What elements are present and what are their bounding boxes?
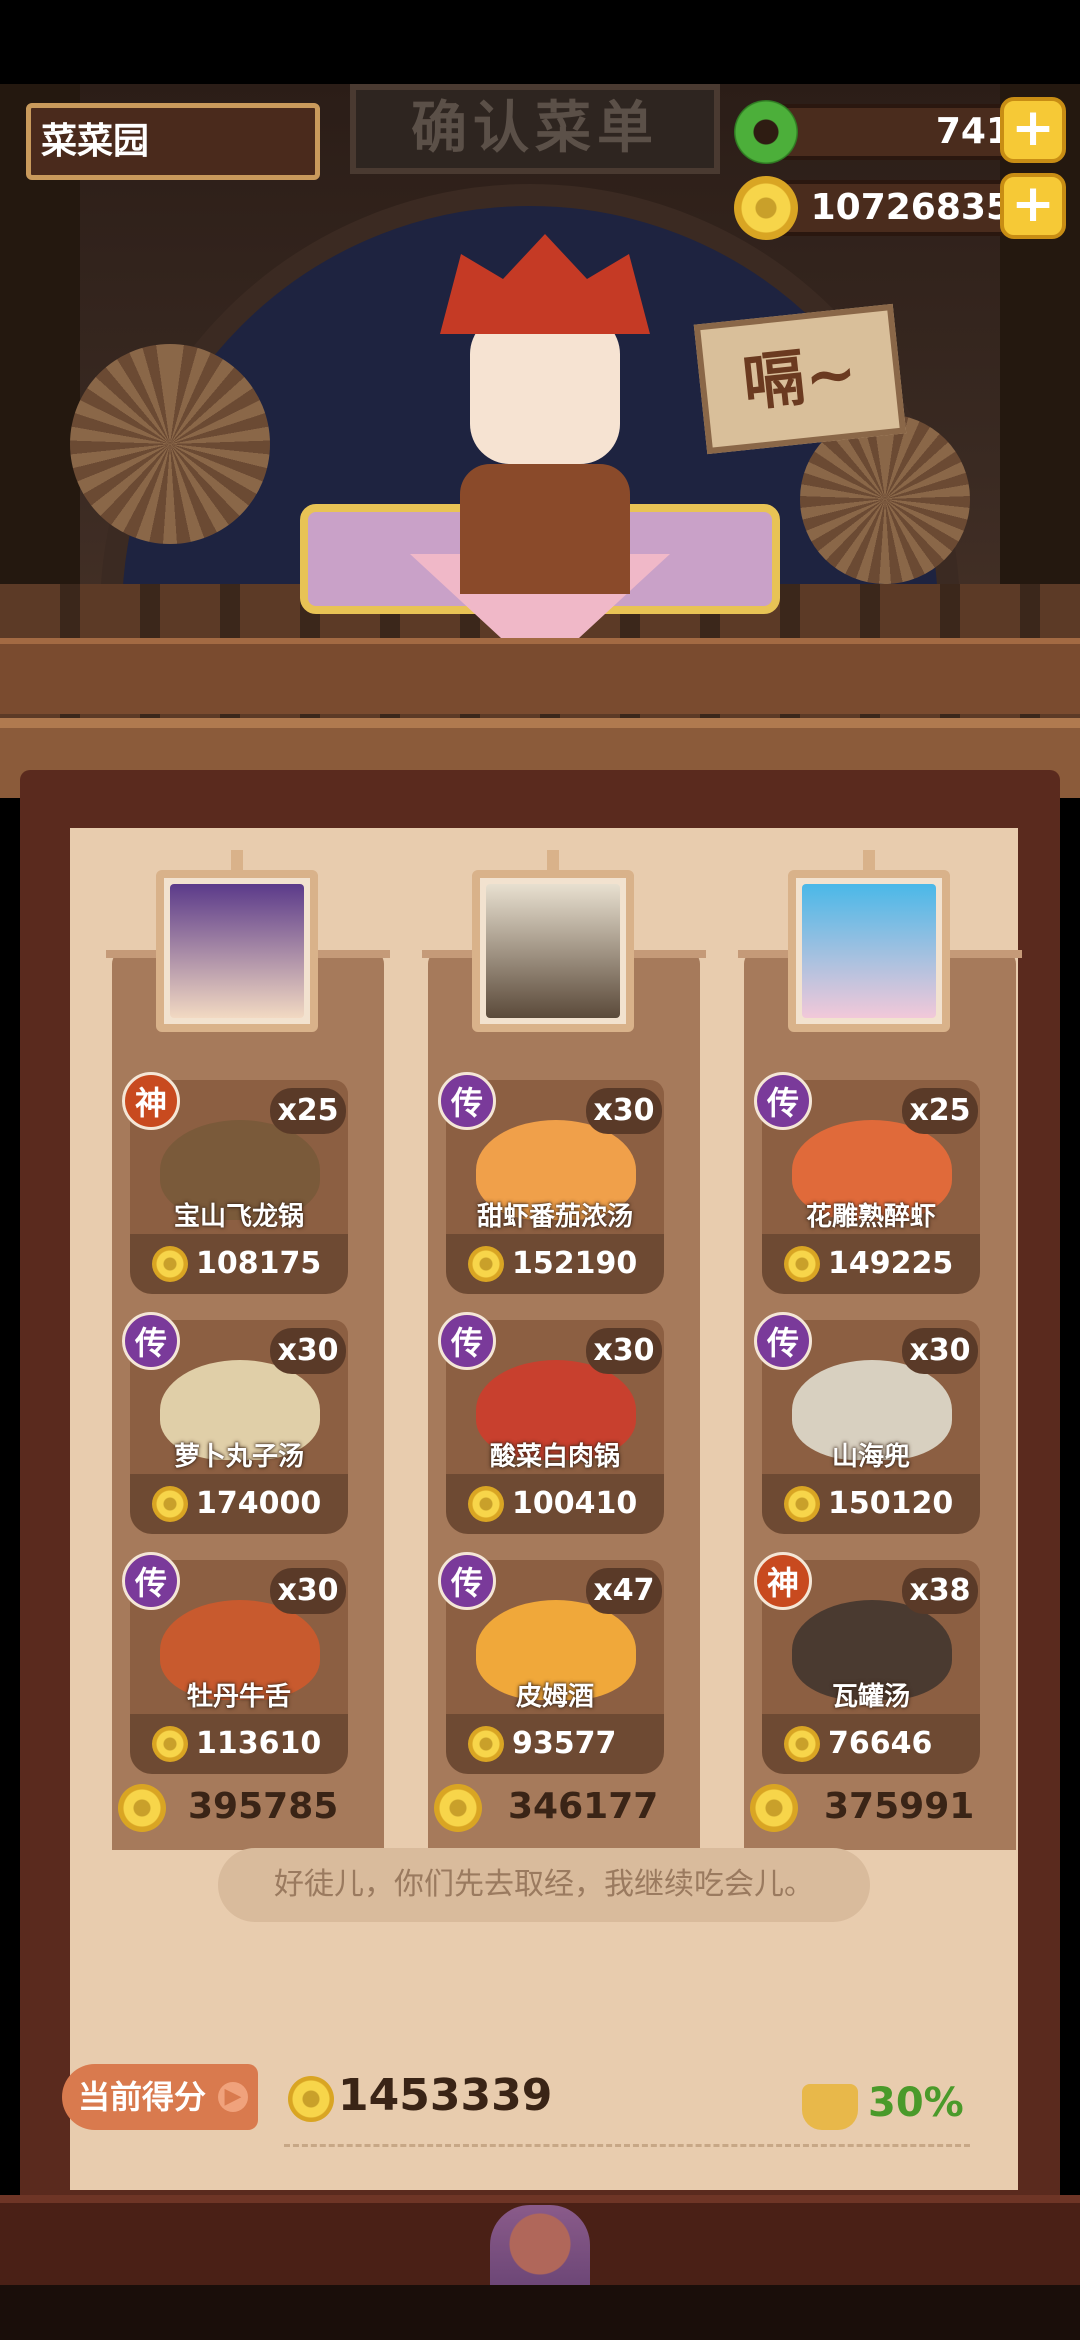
coin-icon bbox=[784, 1726, 820, 1762]
rarity-badge: 传 bbox=[754, 1072, 812, 1130]
customer-avatar bbox=[486, 884, 620, 1018]
dish-price: 93577 bbox=[512, 1726, 617, 1761]
coin-icon bbox=[152, 1726, 188, 1762]
coin-icon bbox=[784, 1246, 820, 1282]
counter-shelf bbox=[0, 638, 1080, 714]
customer-portrait-frame-2[interactable] bbox=[472, 870, 634, 1032]
column-total: 375991 bbox=[824, 1786, 975, 1827]
add-coins-button[interactable]: + bbox=[1000, 173, 1066, 239]
coin-icon bbox=[152, 1486, 188, 1522]
rarity-badge: 传 bbox=[438, 1552, 496, 1610]
dish-name: 甜虾番茄浓汤 bbox=[476, 1202, 633, 1232]
dish-name: 山海兜 bbox=[831, 1442, 910, 1472]
dish-price: 100410 bbox=[512, 1486, 638, 1521]
dish-quantity: x30 bbox=[586, 1328, 662, 1374]
coin-icon bbox=[152, 1246, 188, 1282]
dish-price: 76646 bbox=[828, 1726, 933, 1761]
dish-quantity: x47 bbox=[586, 1568, 662, 1614]
monk-face bbox=[470, 314, 620, 464]
column-total: 346177 bbox=[508, 1786, 659, 1827]
dish-quantity: x25 bbox=[270, 1088, 346, 1134]
coin-icon bbox=[288, 2076, 334, 2122]
dish-card[interactable]: 传 x30 牡丹牛舌 113610 bbox=[122, 1552, 348, 1774]
dish-name: 花雕熟醉虾 bbox=[805, 1202, 936, 1232]
dish-price: 150120 bbox=[828, 1486, 954, 1521]
dish-price: 152190 bbox=[512, 1246, 638, 1281]
play-arrow-icon: ▶ bbox=[218, 2082, 248, 2112]
coin-icon bbox=[468, 1246, 504, 1282]
dish-name: 萝卜丸子汤 bbox=[173, 1442, 304, 1472]
dish-name: 皮姆酒 bbox=[515, 1682, 594, 1712]
dish-card[interactable]: 传 x30 甜虾番茄浓汤 152190 bbox=[438, 1072, 664, 1294]
dish-card[interactable]: 传 x30 山海兜 150120 bbox=[754, 1312, 980, 1534]
dish-card[interactable]: 传 x25 花雕熟醉虾 149225 bbox=[754, 1072, 980, 1294]
add-jade-button[interactable]: + bbox=[1000, 97, 1066, 163]
dish-card[interactable]: 神 x38 瓦罐汤 76646 bbox=[754, 1552, 980, 1774]
shop-name[interactable]: 菜菜园 bbox=[26, 103, 320, 180]
monk-hat bbox=[440, 234, 650, 334]
dish-price: 174000 bbox=[196, 1486, 322, 1521]
dish-quantity: x30 bbox=[270, 1568, 346, 1614]
coin-icon bbox=[434, 1784, 482, 1832]
coin-icon bbox=[118, 1784, 166, 1832]
rarity-badge: 传 bbox=[754, 1312, 812, 1370]
dish-quantity: x25 bbox=[902, 1088, 978, 1134]
customer-portrait-frame-1[interactable] bbox=[156, 870, 318, 1032]
dish-quantity: x38 bbox=[902, 1568, 978, 1614]
dish-quantity: x30 bbox=[586, 1088, 662, 1134]
dish-card[interactable]: 传 x47 皮姆酒 93577 bbox=[438, 1552, 664, 1774]
dish-price: 113610 bbox=[196, 1726, 322, 1761]
divider bbox=[284, 2144, 970, 2147]
coin-icon bbox=[468, 1486, 504, 1522]
dish-name: 宝山飞龙锅 bbox=[173, 1202, 304, 1232]
dish-price: 108175 bbox=[196, 1246, 322, 1281]
customer-avatar bbox=[170, 884, 304, 1018]
dish-name: 酸菜白肉锅 bbox=[489, 1442, 620, 1472]
fan-left-icon bbox=[70, 344, 270, 544]
customer-avatar bbox=[802, 884, 936, 1018]
dish-card[interactable]: 传 x30 酸菜白肉锅 100410 bbox=[438, 1312, 664, 1534]
monk-character[interactable] bbox=[440, 234, 650, 594]
menu-sign: 确认菜单 bbox=[350, 84, 720, 174]
bonus-percent: 30% bbox=[868, 2080, 964, 2126]
rarity-badge: 传 bbox=[122, 1552, 180, 1610]
dish-quantity: x30 bbox=[270, 1328, 346, 1374]
rarity-badge: 传 bbox=[438, 1072, 496, 1130]
burp-speech-sign: 嗝~ bbox=[693, 303, 907, 455]
dish-card[interactable]: 传 x30 萝卜丸子汤 174000 bbox=[122, 1312, 348, 1534]
status-bar bbox=[0, 0, 1080, 84]
coin-icon bbox=[784, 1486, 820, 1522]
current-score-value: 1453339 bbox=[338, 2070, 553, 2121]
rarity-badge: 神 bbox=[754, 1552, 812, 1610]
dish-name: 瓦罐汤 bbox=[831, 1682, 910, 1712]
coin-icon bbox=[734, 176, 798, 240]
monk-robe bbox=[460, 464, 630, 594]
rarity-badge: 神 bbox=[122, 1072, 180, 1130]
monk-quote: 好徒儿，你们先去取经，我继续吃会儿。 bbox=[218, 1848, 870, 1922]
rarity-badge: 传 bbox=[122, 1312, 180, 1370]
dish-quantity: x30 bbox=[902, 1328, 978, 1374]
dish-card[interactable]: 神 x25 宝山飞龙锅 108175 bbox=[122, 1072, 348, 1294]
jade-icon bbox=[734, 100, 798, 164]
coin-bag-icon bbox=[802, 2084, 858, 2130]
coin-icon bbox=[468, 1726, 504, 1762]
dish-price: 149225 bbox=[828, 1246, 954, 1281]
bottom-edge bbox=[0, 2285, 1080, 2340]
dish-name: 牡丹牛舌 bbox=[186, 1682, 291, 1712]
customer-portrait-frame-3[interactable] bbox=[788, 870, 950, 1032]
coin-icon bbox=[750, 1784, 798, 1832]
column-total: 395785 bbox=[188, 1786, 339, 1827]
rarity-badge: 传 bbox=[438, 1312, 496, 1370]
